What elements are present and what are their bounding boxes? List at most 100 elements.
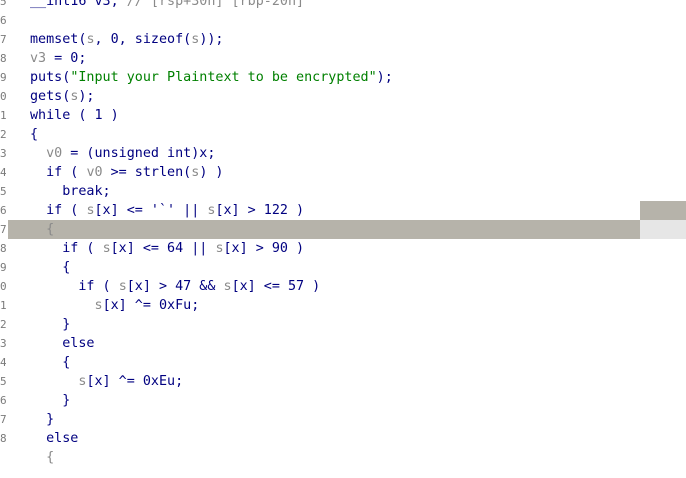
variable-ref[interactable]: v3: [30, 51, 46, 66]
code-line[interactable]: puts("Input your Plaintext to be encrypt…: [0, 68, 686, 87]
code-token: );: [376, 70, 393, 85]
code-token: }: [62, 317, 71, 332]
code-text: else: [30, 334, 95, 353]
code-token: = (unsigned int)x;: [62, 146, 216, 161]
code-text: }: [30, 410, 54, 429]
code-line[interactable]: v3 = 0;: [0, 49, 686, 68]
code-line[interactable]: else: [0, 429, 686, 448]
code-text: s[x] ^= 0xFu;: [30, 296, 200, 315]
variable-ref[interactable]: v0: [86, 165, 102, 180]
code-text: {: [30, 258, 70, 277]
code-token: );: [78, 89, 95, 104]
code-line[interactable]: {: [0, 125, 686, 144]
code-token: ) ): [199, 165, 224, 180]
code-token: else: [62, 336, 95, 351]
code-line[interactable]: {: [0, 353, 686, 372]
variable-ref[interactable]: s: [86, 203, 94, 218]
pseudocode-view[interactable]: 567890123456789012345678 __int16 v3; // …: [0, 0, 686, 478]
code-line[interactable]: }: [0, 391, 686, 410]
code-text: __int16 v3; // [rsp+30h] [rbp-20h]: [30, 0, 304, 11]
code-token: {: [62, 355, 71, 370]
code-line[interactable]: {: [0, 448, 686, 467]
code-token: }: [62, 393, 71, 408]
code-line[interactable]: s[x] ^= 0xEu;: [0, 372, 686, 391]
code-token: if (: [46, 165, 87, 180]
code-token: puts(: [30, 70, 71, 85]
code-line[interactable]: }: [0, 315, 686, 334]
code-text: }: [30, 391, 70, 410]
code-token: [x] <= 64 ||: [110, 241, 216, 256]
variable-ref[interactable]: s: [119, 279, 127, 294]
code-line[interactable]: if ( s[x] <= '`' || s[x] > 122 ): [0, 201, 686, 220]
variable-ref[interactable]: {: [46, 222, 54, 237]
code-token: , 0, sizeof(: [94, 32, 192, 47]
code-text: while ( 1 ): [30, 106, 119, 125]
comment: // [rsp+30h] [rbp-20h]: [126, 0, 305, 9]
code-line[interactable]: {: [0, 220, 686, 239]
code-line[interactable]: break;: [0, 182, 686, 201]
code-area[interactable]: __int16 v3; // [rsp+30h] [rbp-20h] memset…: [0, 0, 686, 467]
code-line[interactable]: }: [0, 410, 686, 429]
code-token: [x] > 47 &&: [126, 279, 224, 294]
code-line[interactable]: memset(s, 0, sizeof(s));: [0, 30, 686, 49]
variable-ref[interactable]: v0: [46, 146, 62, 161]
variable-ref[interactable]: s: [95, 298, 103, 313]
variable-ref[interactable]: s: [224, 279, 232, 294]
code-line[interactable]: v0 = (unsigned int)x;: [0, 144, 686, 163]
code-line[interactable]: s[x] ^= 0xFu;: [0, 296, 686, 315]
highlight-margin: [640, 201, 686, 220]
code-text: puts("Input your Plaintext to be encrypt…: [30, 68, 393, 87]
code-token: [x] > 90 ): [223, 241, 305, 256]
code-line[interactable]: if ( v0 >= strlen(s) ): [0, 163, 686, 182]
code-token: memset(: [30, 32, 87, 47]
code-line[interactable]: else: [0, 334, 686, 353]
code-token: [x] ^= 0xEu;: [86, 374, 184, 389]
code-token: ));: [199, 32, 224, 47]
code-line[interactable]: __int16 v3; // [rsp+30h] [rbp-20h]: [0, 0, 686, 11]
code-line[interactable]: if ( s[x] <= 64 || s[x] > 90 ): [0, 239, 686, 258]
code-token: [x] <= '`' ||: [94, 203, 208, 218]
variable-ref[interactable]: s: [86, 32, 94, 47]
code-token: >= strlen(: [102, 165, 192, 180]
code-token: {: [62, 260, 71, 275]
code-text: v0 = (unsigned int)x;: [30, 144, 215, 163]
code-line[interactable]: {: [0, 258, 686, 277]
code-text: {: [30, 448, 54, 467]
string-literal: "Input your Plaintext to be encrypted": [70, 70, 377, 85]
code-token: break;: [62, 184, 111, 199]
code-text: if ( s[x] > 47 && s[x] <= 57 ): [30, 277, 320, 296]
code-line[interactable]: while ( 1 ): [0, 106, 686, 125]
code-text: if ( s[x] <= '`' || s[x] > 122 ): [30, 201, 304, 220]
variable-ref[interactable]: {: [46, 450, 54, 465]
current-line-highlight: [8, 220, 640, 239]
code-line[interactable]: gets(s);: [0, 87, 686, 106]
variable-ref[interactable]: s: [215, 241, 223, 256]
code-text: break;: [30, 182, 111, 201]
code-text: if ( s[x] <= 64 || s[x] > 90 ): [30, 239, 304, 258]
code-text: else: [30, 429, 78, 448]
code-token: if (: [62, 241, 103, 256]
code-text: {: [30, 353, 70, 372]
code-text: {: [30, 220, 54, 239]
code-token: if (: [46, 203, 87, 218]
variable-ref[interactable]: s: [103, 241, 111, 256]
code-token: while ( 1 ): [30, 108, 119, 123]
code-token: {: [30, 127, 39, 142]
code-token: }: [46, 412, 55, 427]
code-token: [x] ^= 0xFu;: [102, 298, 200, 313]
code-line[interactable]: if ( s[x] > 47 && s[x] <= 57 ): [0, 277, 686, 296]
code-line[interactable]: [0, 11, 686, 30]
code-token: else: [46, 431, 79, 446]
